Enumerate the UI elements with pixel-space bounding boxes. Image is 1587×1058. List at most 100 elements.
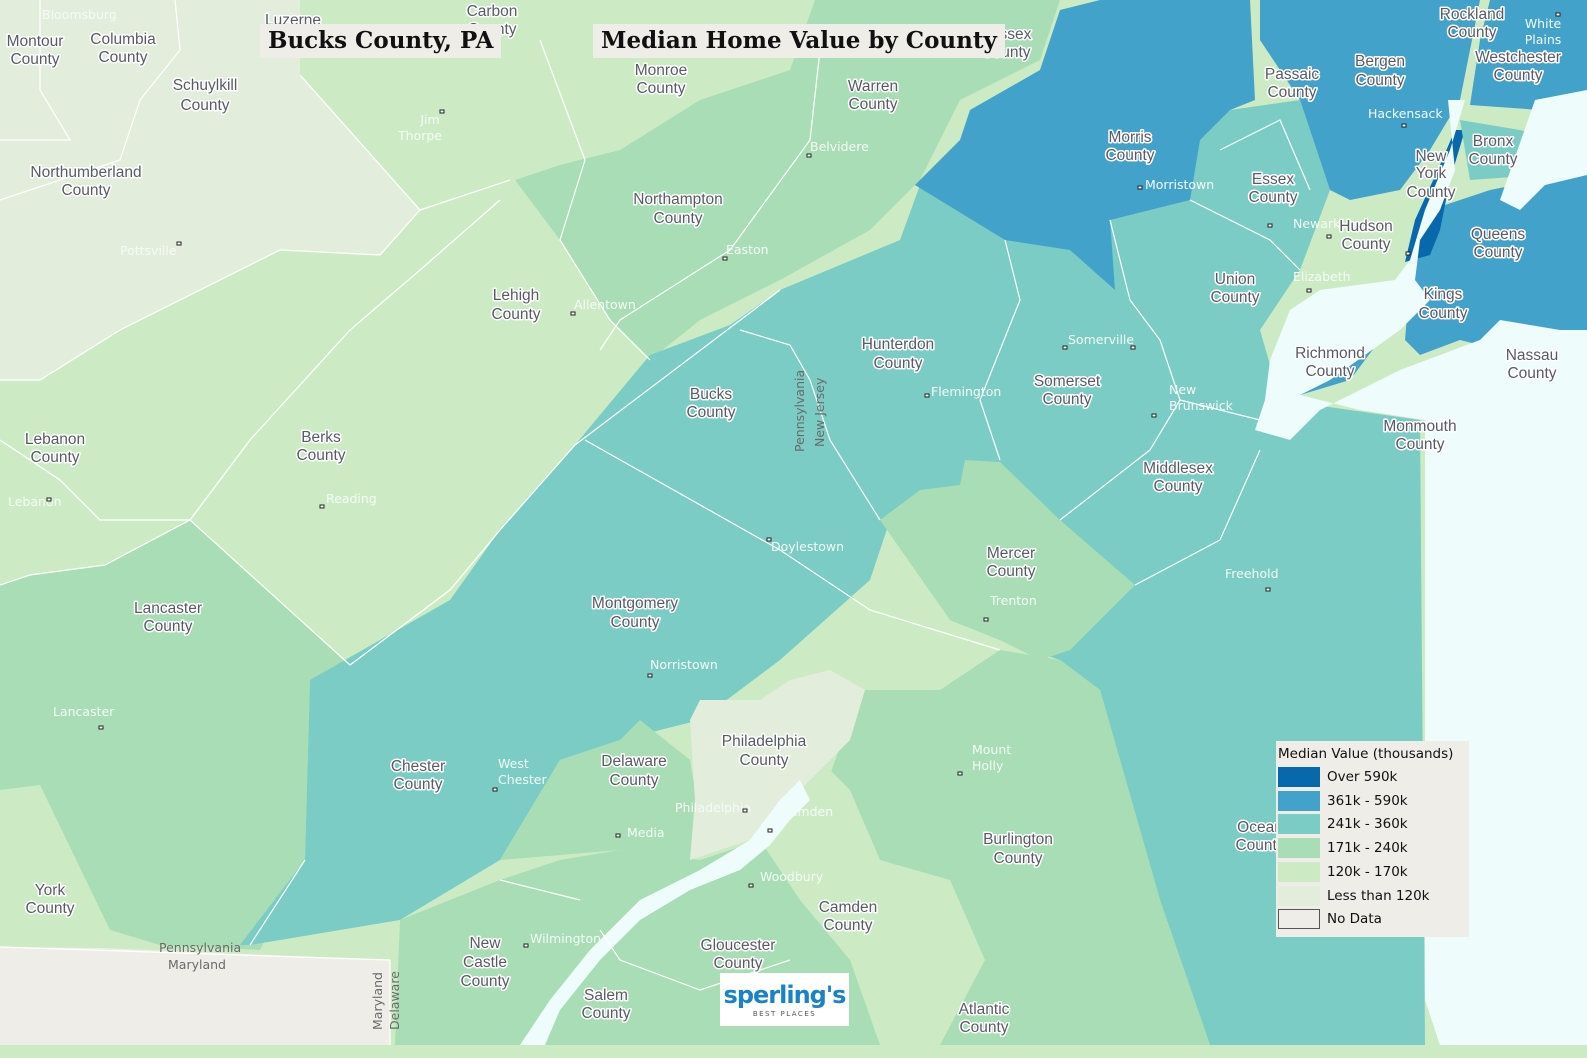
county-label-camden: Camden County [819, 899, 878, 934]
county-label-nassau: Nassau County [1506, 347, 1559, 382]
county-label-montour: Montour County [7, 33, 64, 68]
county-label-morris: Morris County [1105, 129, 1154, 164]
county-label-union: Union County [1210, 271, 1259, 306]
county-label-rockland: Rockland County [1440, 6, 1505, 41]
city-label-camden: Camden [781, 804, 833, 819]
city-marker-icon [1306, 288, 1312, 293]
city-label-easton: Easton [726, 242, 769, 257]
city-marker-icon [748, 883, 754, 888]
state-label-pennsylvania-vertical: Pennsylvania [792, 370, 807, 452]
city-marker-icon [176, 241, 182, 246]
legend-item: No Data [1278, 908, 1382, 930]
city-label-somerville: Somerville [1068, 332, 1134, 347]
county-label-monroe: Monroe County [635, 62, 688, 97]
city-marker-icon [1326, 234, 1332, 239]
city-marker-icon [983, 617, 989, 622]
city-label-belvidere: Belvidere [810, 139, 869, 154]
city-label-norristown: Norristown [650, 657, 718, 672]
city-label-wilmington: Wilmington [530, 931, 601, 946]
county-label-warren: Warren County [848, 78, 898, 113]
city-marker-icon [98, 725, 104, 730]
city-label-lebanon: Lebanon [8, 494, 62, 509]
city-label-allentown: Allentown [574, 297, 636, 312]
legend-label: Less than 120k [1327, 887, 1430, 904]
legend-label: 171k - 240k [1327, 840, 1408, 857]
county-label-atlantic: Atlantic County [959, 1001, 1010, 1036]
county-label-salem: Salem County [581, 987, 630, 1022]
city-marker-icon [647, 673, 653, 678]
city-marker-icon [1137, 185, 1143, 190]
logo-brand: sperling's [723, 981, 847, 1009]
county-label-hudson: Hudson County [1339, 218, 1392, 253]
legend-item: Less than 120k [1278, 885, 1430, 907]
legend-swatch [1278, 861, 1320, 882]
county-label-queens: Queens County [1471, 226, 1526, 261]
legend-title: Median Value (thousands) [1278, 746, 1454, 762]
legend: Median Value (thousands) Over 590k 361k -… [1276, 741, 1469, 937]
location-title: Bucks County, PA [260, 24, 502, 58]
legend-swatch [1278, 790, 1320, 811]
state-label-delaware-vertical: Delaware [387, 971, 402, 1030]
county-label-lancaster: Lancaster County [134, 600, 202, 635]
legend-item: 171k - 240k [1278, 837, 1408, 859]
legend-swatch [1278, 909, 1320, 930]
city-marker-icon [742, 808, 748, 813]
city-marker-icon [806, 153, 812, 158]
legend-item: 361k - 590k [1278, 790, 1408, 812]
city-marker-icon [1062, 345, 1068, 350]
city-label-pottsville: Pottsville [120, 243, 177, 258]
city-label-lancaster: Lancaster [53, 704, 115, 719]
city-label-newark: Newark [1293, 216, 1341, 231]
city-marker-icon [46, 497, 52, 502]
city-label-media: Media [627, 825, 665, 840]
city-label-morristown: Morristown [1145, 177, 1214, 192]
sperlings-logo[interactable]: sperling's BEST PLACES [720, 973, 849, 1026]
city-marker-icon [1405, 251, 1411, 256]
city-marker-icon [766, 537, 772, 542]
city-marker-icon [319, 504, 325, 509]
legend-swatch [1278, 814, 1320, 835]
city-marker-icon [492, 787, 498, 792]
city-marker-icon [1130, 345, 1136, 350]
legend-label: No Data [1327, 911, 1382, 928]
legend-item: Over 590k [1278, 766, 1397, 788]
city-marker-icon [1555, 12, 1561, 17]
city-label-reading: Reading [326, 491, 377, 506]
county-label-berks: Berks County [296, 429, 345, 464]
city-marker-icon [439, 109, 445, 114]
map-title: Median Home Value by County [593, 24, 1005, 58]
county-label-richmond: Richmond County [1295, 345, 1365, 380]
city-label-trenton: Trenton [989, 593, 1037, 608]
city-label-bloomsburg: Bloomsburg [42, 7, 117, 22]
city-label-philadelphia: Philadelphia [675, 800, 751, 815]
city-marker-icon [767, 828, 773, 833]
legend-item: 241k - 360k [1278, 813, 1408, 835]
city-marker-icon [957, 771, 963, 776]
legend-swatch [1278, 838, 1320, 859]
county-label-somerset: Somerset County [1034, 373, 1101, 408]
state-label-pennsylvania: Pennsylvania [159, 940, 241, 955]
legend-label: 361k - 590k [1327, 792, 1408, 809]
city-label-woodbury: Woodbury [760, 869, 824, 884]
county-label-bronx: Bronx County [1468, 133, 1517, 168]
state-label-maryland: Maryland [168, 957, 226, 972]
city-marker-icon [615, 833, 621, 838]
city-marker-icon [523, 943, 529, 948]
county-label-chester: Chester County [391, 758, 445, 793]
city-marker-icon [570, 311, 576, 316]
legend-label: Over 590k [1327, 769, 1398, 785]
city-label-freehold: Freehold [1225, 566, 1279, 581]
county-label-bucks: Bucks County [686, 386, 735, 421]
legend-swatch [1278, 767, 1320, 787]
state-label-maryland-vertical: Maryland [370, 972, 385, 1030]
city-marker-icon [1265, 587, 1271, 592]
city-marker-icon [924, 393, 930, 398]
county-label-essex: Essex County [1248, 171, 1297, 206]
legend-item: 120k - 170k [1278, 861, 1408, 883]
city-marker-icon [1151, 413, 1157, 418]
city-label-hackensack: Hackensack [1368, 106, 1443, 121]
legend-label: 241k - 360k [1327, 816, 1408, 833]
county-label-columbia: Columbia County [90, 31, 156, 66]
county-label-passaic: Passaic County [1265, 66, 1320, 101]
logo-tagline: BEST PLACES [752, 1010, 817, 1018]
